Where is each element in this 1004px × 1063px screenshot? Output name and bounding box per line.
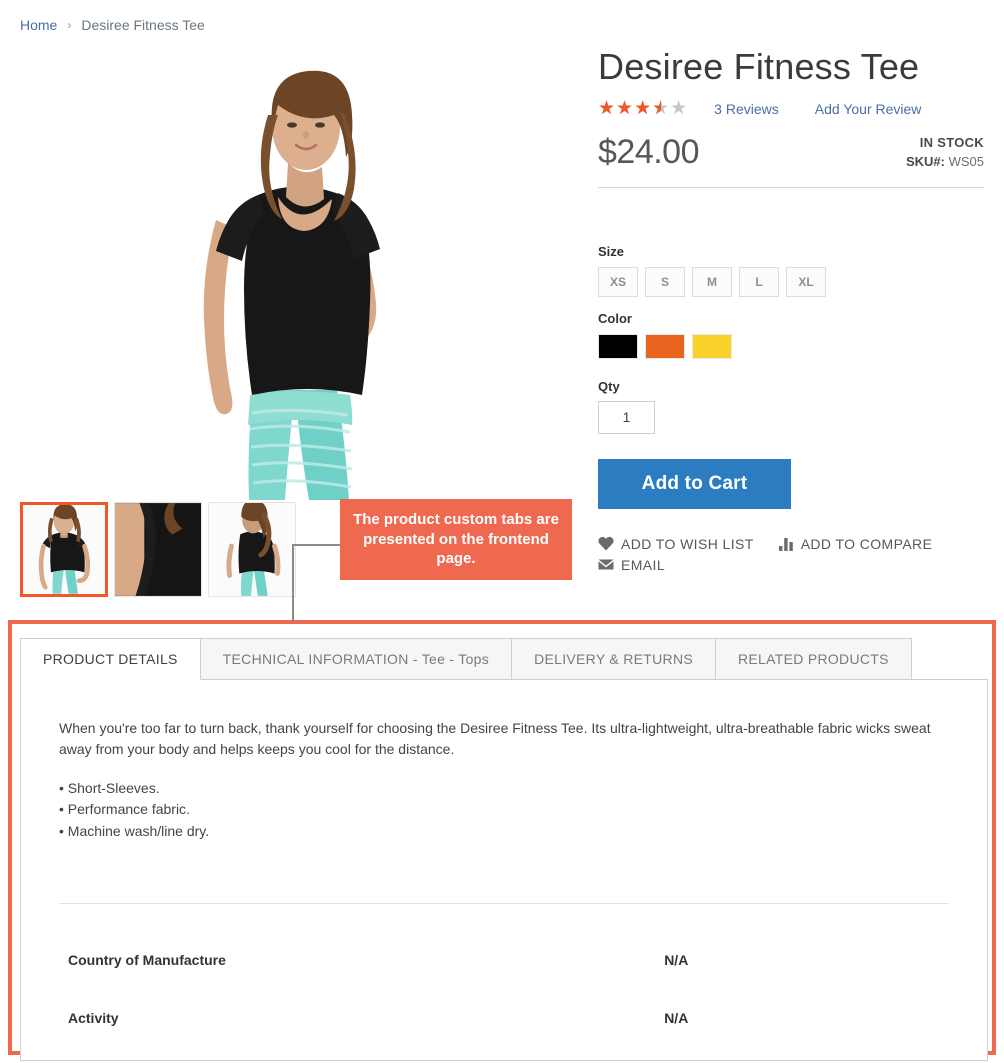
rating-row: ★★★★★ ★★★★★ 3 Reviews Add Your Review	[598, 99, 984, 119]
feature-item: • Machine wash/line dry.	[59, 822, 210, 839]
breadcrumb-current: Desiree Fitness Tee	[81, 17, 205, 33]
size-swatch-l[interactable]: L	[739, 266, 779, 297]
size-swatch-xl[interactable]: XL	[786, 266, 826, 297]
heart-icon	[598, 536, 614, 551]
product-tabs: PRODUCT DETAILS TECHNICAL INFORMATION - T…	[20, 638, 988, 1061]
sku-label: SKU#:	[905, 153, 945, 169]
product-description: When you're too far to turn back, thank …	[59, 720, 931, 757]
feature-list: • Short-Sleeves. • Performance fabric. • M…	[59, 778, 949, 841]
attribute-value: N/A	[664, 1009, 689, 1026]
add-to-wishlist-link[interactable]: ADD TO WISH LIST	[598, 536, 754, 552]
compare-bars-icon	[778, 537, 794, 551]
add-to-compare-label: ADD TO COMPARE	[800, 535, 933, 552]
stock-status: IN STOCK	[919, 134, 984, 150]
email-label: EMAIL	[621, 556, 666, 573]
breadcrumb: Home › Desiree Fitness Tee	[20, 17, 205, 33]
product-action-links: ADD TO WISH LIST ADD TO COMPARE EMAIL	[598, 536, 984, 573]
email-link[interactable]: EMAIL	[598, 557, 665, 573]
tab-technical-information-tee-tops[interactable]: TECHNICAL INFORMATION - Tee - Tops	[199, 638, 513, 680]
quantity-input[interactable]	[598, 400, 655, 434]
sku-value: WS05	[948, 153, 984, 169]
price-row: $24.00 IN STOCK SKU#: WS05	[598, 133, 984, 179]
color-swatch-row	[598, 333, 984, 359]
attributes-divider	[59, 902, 949, 904]
tab-product-details[interactable]: PRODUCT DETAILS	[20, 638, 201, 680]
annotation-callout: The product custom tabs are presented on…	[340, 499, 572, 580]
feature-item: • Short-Sleeves.	[59, 780, 160, 796]
color-swatch-black[interactable]	[598, 333, 638, 359]
stock-sku-group: IN STOCK SKU#: WS05	[906, 135, 984, 169]
tab-strip: PRODUCT DETAILS TECHNICAL INFORMATION - T…	[20, 638, 988, 680]
size-swatch-s[interactable]: S	[645, 266, 685, 297]
color-label: Color	[598, 310, 632, 326]
color-option-group: Color	[598, 311, 984, 359]
sku-row: SKU#: WS05	[906, 154, 984, 169]
add-your-review-link[interactable]: Add Your Review	[815, 101, 922, 117]
add-to-wishlist-label: ADD TO WISH LIST	[621, 535, 754, 552]
tab-panel-product-details: When you're too far to turn back, thank …	[20, 679, 988, 1061]
tab-delivery-returns[interactable]: DELIVERY & RETURNS	[511, 638, 716, 680]
table-row: Activity N/A	[59, 974, 949, 1032]
action-row-secondary: EMAIL	[598, 557, 984, 573]
thumbnail-2[interactable]	[114, 502, 202, 597]
star-rating-filled: ★★★★★	[598, 99, 661, 119]
size-swatch-xs[interactable]: XS	[598, 266, 638, 297]
thumbnail-3[interactable]	[208, 502, 296, 597]
add-to-compare-link[interactable]: ADD TO COMPARE	[778, 536, 933, 552]
size-label: Size	[598, 243, 625, 259]
size-option-group: Size XS S M L XL	[598, 244, 984, 297]
color-swatch-orange[interactable]	[645, 333, 685, 359]
star-rating[interactable]: ★★★★★ ★★★★★	[598, 99, 688, 118]
page-title: Desiree Fitness Tee	[598, 46, 920, 87]
envelope-icon	[598, 558, 614, 571]
attribute-name: Country of Manufacture	[68, 951, 226, 968]
size-swatch-m[interactable]: M	[692, 266, 732, 297]
feature-item: • Performance fabric.	[59, 801, 190, 818]
table-row: Country of Manufacture N/A	[59, 946, 949, 974]
annotation-connector-vertical	[292, 544, 294, 622]
breadcrumb-home-link[interactable]: Home	[20, 17, 57, 33]
info-divider	[598, 186, 984, 188]
thumbnail-1[interactable]	[20, 502, 108, 597]
color-swatch-yellow[interactable]	[692, 333, 732, 359]
qty-label: Qty	[598, 378, 620, 394]
qty-group: Qty	[598, 379, 984, 434]
product-price: $24.00	[598, 132, 700, 171]
reviews-count-link[interactable]: 3 Reviews	[714, 101, 779, 117]
product-info: Desiree Fitness Tee ★★★★★ ★★★★★ 3 Review…	[598, 48, 984, 573]
main-product-image[interactable]	[20, 45, 580, 500]
attributes-table: Country of Manufacture N/A Activity N/A	[59, 946, 949, 1032]
size-swatch-row: XS S M L XL	[598, 266, 984, 297]
annotation-connector-horizontal	[292, 544, 342, 546]
action-row-primary: ADD TO WISH LIST ADD TO COMPARE	[598, 536, 984, 552]
attribute-name: Activity	[68, 1009, 119, 1026]
attribute-value: N/A	[664, 951, 689, 968]
chevron-right-icon: ›	[67, 18, 72, 32]
tab-related-products[interactable]: RELATED PRODUCTS	[715, 638, 912, 680]
thumbnail-strip	[20, 502, 296, 597]
add-to-cart-button[interactable]: Add to Cart	[598, 458, 791, 509]
product-gallery	[20, 45, 580, 500]
